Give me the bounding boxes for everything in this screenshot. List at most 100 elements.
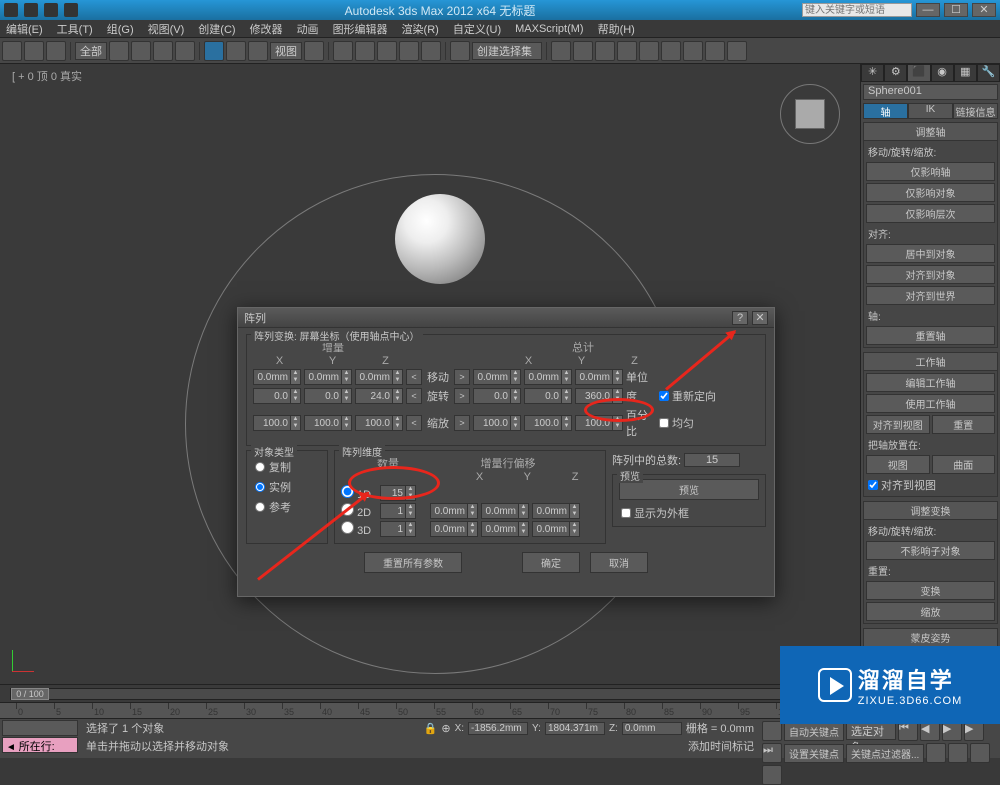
rot-inc-y[interactable]: [304, 388, 342, 404]
modify-tab-icon[interactable]: ⚙: [884, 64, 907, 82]
viewport-label[interactable]: [ + 0 顶 0 真实: [12, 68, 82, 84]
tool-undo-icon[interactable]: [2, 41, 22, 61]
qat-undo-icon[interactable]: [44, 3, 58, 17]
2d-z[interactable]: [532, 503, 570, 519]
tool-align-icon[interactable]: [573, 41, 593, 61]
tool-snap-icon[interactable]: [355, 41, 375, 61]
move-tot-y[interactable]: [524, 369, 562, 385]
selection-filter-dropdown[interactable]: 全部: [75, 42, 107, 60]
3d-x[interactable]: [430, 521, 468, 537]
script-mini[interactable]: [2, 720, 78, 736]
tool-select-icon[interactable]: [109, 41, 129, 61]
3d-radio[interactable]: [341, 521, 354, 534]
align-to-object-button[interactable]: 对齐到对象: [866, 265, 995, 284]
menu-maxscript[interactable]: MAXScript(M): [515, 23, 583, 35]
rot-inc-x[interactable]: [253, 388, 291, 404]
play-end-icon[interactable]: ⏭: [762, 743, 782, 763]
dont-affect-children-button[interactable]: 不影响子对象: [866, 541, 995, 560]
1d-radio[interactable]: [341, 485, 354, 498]
object-name-field[interactable]: Sphere001: [863, 84, 998, 100]
tool-layers-icon[interactable]: [595, 41, 615, 61]
nav-orbit-icon[interactable]: [970, 743, 990, 763]
scl-tot-y[interactable]: [524, 415, 562, 431]
create-tab-icon[interactable]: ✳: [861, 64, 884, 82]
copy-radio[interactable]: [255, 462, 265, 472]
link-info-subtab[interactable]: 链接信息: [953, 103, 998, 119]
affect-object-button[interactable]: 仅影响对象: [866, 183, 995, 202]
rot-tot-y[interactable]: [524, 388, 562, 404]
dialog-titlebar[interactable]: 阵列 ? ✕: [238, 308, 774, 328]
place-surface-button[interactable]: 曲面: [932, 455, 996, 474]
scl-tot-x[interactable]: [473, 415, 511, 431]
move-left-button[interactable]: <: [406, 369, 422, 385]
scl-left-button[interactable]: <: [406, 415, 422, 431]
cancel-button[interactable]: 取消: [590, 552, 648, 573]
affect-pivot-button[interactable]: 仅影响轴: [866, 162, 995, 181]
tool-schematic-icon[interactable]: [639, 41, 659, 61]
rot-left-button[interactable]: <: [406, 388, 422, 404]
utilities-tab-icon[interactable]: 🔧: [977, 64, 1000, 82]
menu-group[interactable]: 组(G): [107, 21, 134, 37]
tool-link-icon[interactable]: [46, 41, 66, 61]
3d-y[interactable]: [481, 521, 519, 537]
tool-curve-icon[interactable]: [617, 41, 637, 61]
rot-tot-z[interactable]: [575, 388, 613, 404]
display-tab-icon[interactable]: ▦: [954, 64, 977, 82]
reorient-checkbox[interactable]: [659, 391, 669, 401]
menu-animation[interactable]: 动画: [297, 21, 319, 37]
named-sel-dropdown[interactable]: 创建选择集: [472, 42, 542, 60]
2d-x[interactable]: [430, 503, 468, 519]
edit-work-axis-button[interactable]: 编辑工作轴: [866, 373, 995, 392]
viewport[interactable]: [ + 0 顶 0 真实 阵列 ? ✕ 阵列变换: 屏幕坐标（使用轴点中心） 增…: [0, 64, 860, 684]
tool-percent-snap-icon[interactable]: [399, 41, 419, 61]
use-work-axis-button[interactable]: 使用工作轴: [866, 394, 995, 413]
ref-coord-dropdown[interactable]: 视图: [270, 42, 302, 60]
coord-x[interactable]: [468, 722, 528, 735]
2d-radio[interactable]: [341, 503, 354, 516]
nav-pan-icon[interactable]: [926, 743, 946, 763]
menu-tools[interactable]: 工具(T): [57, 21, 93, 37]
rot-right-button[interactable]: >: [454, 388, 470, 404]
qat-save-icon[interactable]: [24, 3, 38, 17]
1d-count[interactable]: [380, 485, 406, 501]
move-inc-y[interactable]: [304, 369, 342, 385]
place-view-button[interactable]: 视图: [866, 455, 930, 474]
keyfilter-button[interactable]: 关键点过滤器...: [846, 744, 924, 763]
tool-named-sel-icon[interactable]: [450, 41, 470, 61]
coord-mode-icon[interactable]: ⊕: [441, 722, 450, 735]
2d-count[interactable]: [380, 503, 406, 519]
3d-count[interactable]: [380, 521, 406, 537]
scl-inc-z[interactable]: [355, 415, 393, 431]
menu-views[interactable]: 视图(V): [148, 21, 185, 37]
play-start-icon[interactable]: ⏮: [898, 721, 918, 741]
tool-rotate-icon[interactable]: [226, 41, 246, 61]
menu-graph[interactable]: 图形编辑器: [333, 21, 388, 37]
move-right-button[interactable]: >: [454, 369, 470, 385]
affect-hierarchy-button[interactable]: 仅影响层次: [866, 204, 995, 223]
tool-rect-icon[interactable]: [153, 41, 173, 61]
reset-all-button[interactable]: 重置所有参数: [364, 552, 462, 573]
uniform-checkbox[interactable]: [659, 418, 669, 428]
align-view-checkbox[interactable]: [868, 480, 878, 490]
maximize-button[interactable]: ☐: [944, 3, 968, 17]
reset-work-axis-button[interactable]: 重置: [932, 415, 996, 434]
menu-edit[interactable]: 编辑(E): [6, 21, 43, 37]
tool-manip-icon[interactable]: [333, 41, 353, 61]
tool-spinner-snap-icon[interactable]: [421, 41, 441, 61]
hierarchy-tab-icon[interactable]: ⬛: [907, 64, 930, 82]
dialog-close-button[interactable]: ✕: [752, 311, 768, 325]
qat-redo-icon[interactable]: [64, 3, 78, 17]
dialog-help-button[interactable]: ?: [732, 311, 748, 325]
play-icon[interactable]: ▶: [942, 721, 962, 741]
tool-render-icon[interactable]: [727, 41, 747, 61]
2d-y[interactable]: [481, 503, 519, 519]
rot-tot-x[interactable]: [473, 388, 511, 404]
reset-pivot-button[interactable]: 重置轴: [866, 326, 995, 345]
pivot-subtab[interactable]: 轴: [863, 103, 908, 119]
scl-inc-y[interactable]: [304, 415, 342, 431]
coord-z[interactable]: [622, 722, 682, 735]
setkey-button[interactable]: 设置关键点: [784, 744, 844, 763]
tool-render-frame-icon[interactable]: [705, 41, 725, 61]
tool-redo-icon[interactable]: [24, 41, 44, 61]
center-to-object-button[interactable]: 居中到对象: [866, 244, 995, 263]
